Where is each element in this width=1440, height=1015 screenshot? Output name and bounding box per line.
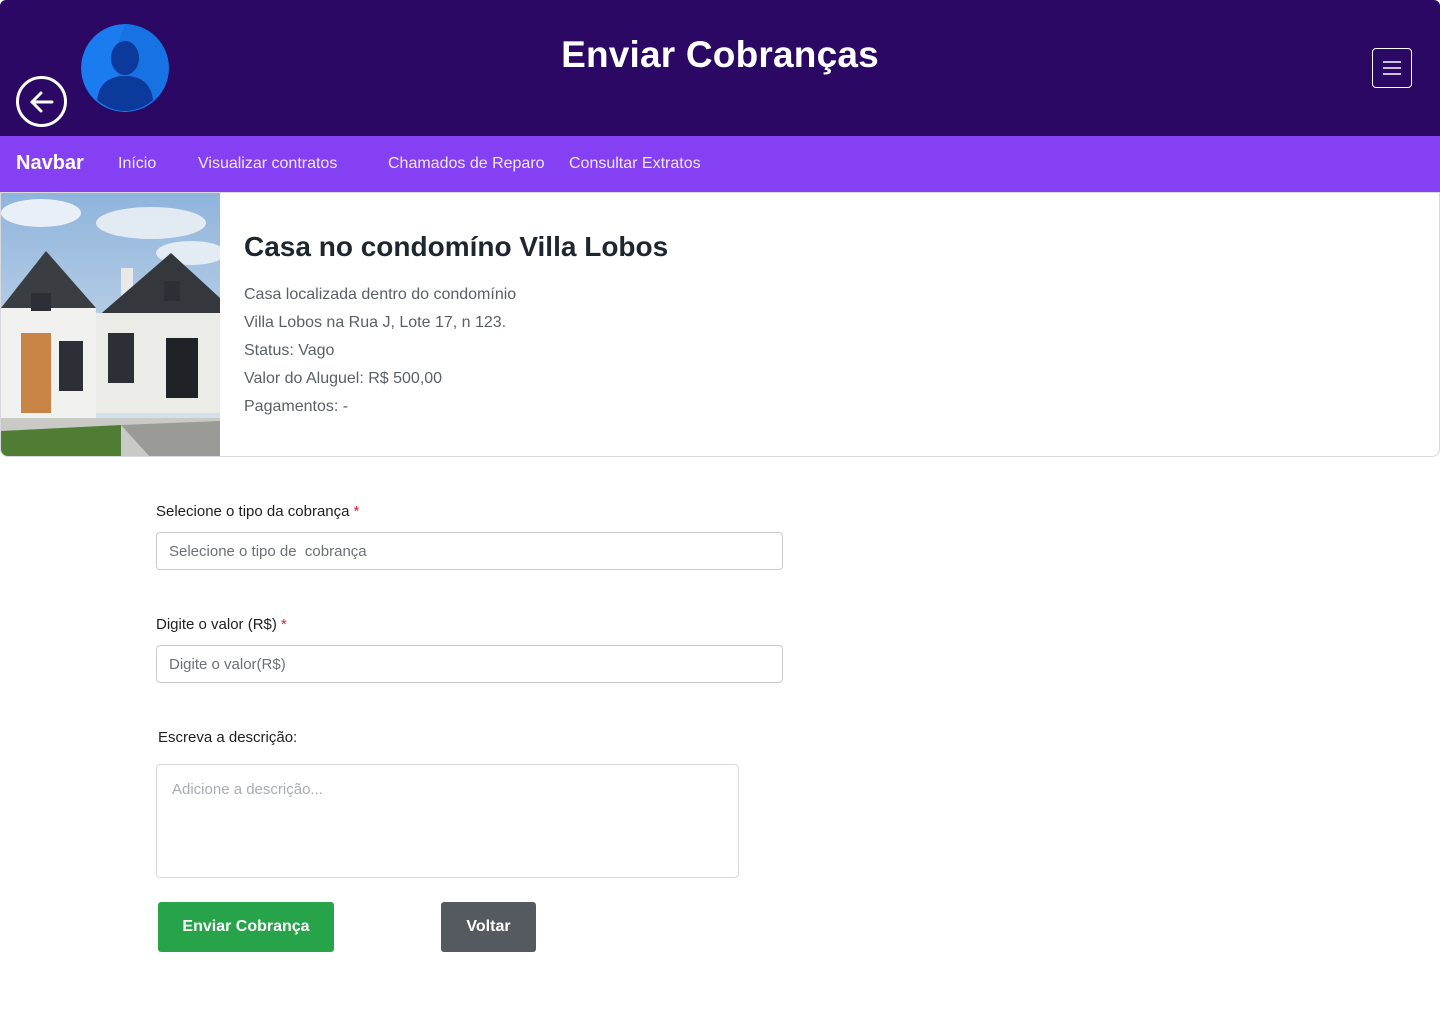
charge-value-label: Digite o valor (R$) * — [156, 616, 287, 633]
property-title: Casa no condomíno Villa Lobos — [244, 231, 669, 262]
nav-link-visualizar-contratos[interactable]: Visualizar contratos — [198, 155, 337, 173]
page-title: Enviar Cobranças — [561, 34, 879, 75]
back-button[interactable] — [16, 76, 67, 127]
property-status: Status: Vago — [244, 342, 335, 359]
menu-button[interactable] — [1372, 48, 1412, 88]
required-mark: * — [280, 616, 287, 633]
nav-link-inicio[interactable]: Início — [118, 155, 156, 173]
charge-type-input[interactable] — [156, 532, 783, 570]
property-card: Casa no condomíno Villa Lobos Casa local… — [0, 192, 1440, 457]
property-description-line-1: Casa localizada dentro do condomínio — [244, 286, 517, 303]
charge-value-input[interactable] — [156, 645, 783, 683]
hamburger-menu-icon — [1383, 61, 1401, 75]
property-payments: Pagamentos: - — [244, 398, 349, 415]
house-image — [1, 193, 220, 456]
charge-type-label: Selecione o tipo da cobrança * — [156, 503, 359, 520]
top-header: Enviar Cobranças — [0, 0, 1440, 136]
charge-value-label-text: Digite o valor (R$) — [156, 616, 277, 633]
description-textarea[interactable] — [156, 764, 739, 878]
navbar: Navbar Início Visualizar contratos Chama… — [0, 136, 1440, 192]
nav-link-consultar-extratos[interactable]: Consultar Extratos — [569, 155, 701, 173]
nav-link-chamados-de-reparo[interactable]: Chamados de Reparo — [388, 155, 545, 173]
description-label: Escreva a descrição: — [158, 729, 298, 746]
required-mark: * — [353, 503, 360, 520]
send-charge-button[interactable]: Enviar Cobrança — [158, 902, 334, 952]
property-rent: Valor do Aluguel: R$ 500,00 — [244, 370, 443, 387]
arrow-left-icon — [30, 91, 53, 112]
property-description-line-2: Villa Lobos na Rua J, Lote 17, n 123. — [244, 314, 507, 331]
back-text-button[interactable]: Voltar — [441, 902, 536, 952]
navbar-brand[interactable]: Navbar — [16, 152, 84, 175]
charge-type-label-text: Selecione o tipo da cobrança — [156, 503, 350, 520]
